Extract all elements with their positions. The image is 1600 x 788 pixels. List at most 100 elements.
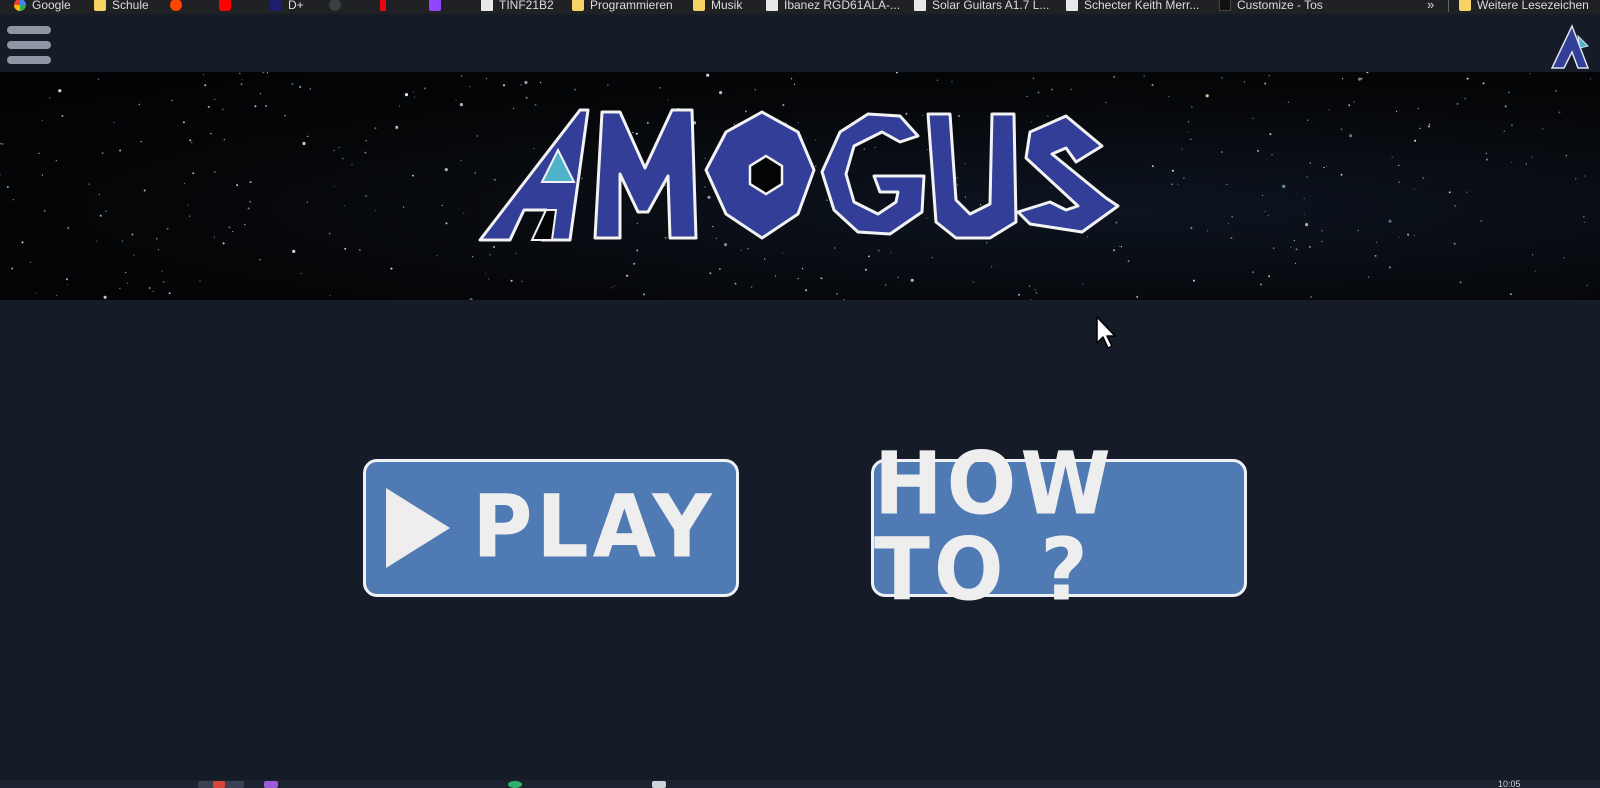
star [1207, 230, 1209, 232]
star [910, 278, 914, 282]
star [113, 122, 115, 124]
bookmark-other-bookmarks[interactable]: Weitere Lesezeichen [1459, 0, 1589, 13]
star [1261, 194, 1264, 196]
bookmarks-overflow-chevron-icon[interactable]: » [1427, 0, 1434, 12]
star [1308, 245, 1311, 248]
star [1295, 248, 1298, 251]
star [489, 254, 491, 256]
star [1583, 216, 1585, 218]
star [1366, 72, 1369, 74]
taskbar-app-icon[interactable] [264, 781, 278, 788]
taskbar-app-icon[interactable] [652, 781, 666, 788]
star [133, 254, 135, 256]
star [706, 73, 710, 77]
star [284, 115, 286, 117]
star [1323, 166, 1325, 169]
taskbar-app-icon[interactable] [508, 781, 522, 788]
star [936, 79, 939, 81]
bookmark-disney-plus[interactable]: D+ [270, 0, 304, 13]
bookmark-customize[interactable]: Customize - Tos [1219, 0, 1323, 13]
star [836, 292, 838, 295]
bookmark-musik[interactable]: Musik [693, 0, 742, 13]
folder-icon [693, 0, 705, 11]
star [1273, 247, 1275, 249]
star [754, 89, 756, 91]
star [191, 142, 193, 144]
star [797, 278, 799, 280]
star [202, 73, 205, 76]
bookmark-ibanez[interactable]: Ibanez RGD61ALA-... [766, 0, 900, 13]
bookmark-schecter[interactable]: Schecter Keith Merr... [1066, 0, 1199, 13]
star [1181, 148, 1183, 150]
how-to-button[interactable]: HOW TO ? [871, 441, 1247, 614]
star [187, 204, 189, 206]
star [1127, 260, 1130, 263]
star [35, 292, 37, 294]
bookmark-programmieren[interactable]: Programmieren [572, 0, 673, 13]
star [65, 278, 68, 281]
star [266, 72, 269, 74]
star [210, 133, 212, 135]
hamburger-menu-icon[interactable] [7, 26, 51, 66]
star [1305, 223, 1309, 227]
star [1268, 275, 1271, 278]
star [97, 78, 100, 80]
star [232, 231, 234, 233]
taskbar-clock: 10:05 [1498, 779, 1521, 788]
site-icon [1066, 0, 1078, 11]
star [1113, 75, 1116, 78]
star [43, 209, 46, 212]
star [1151, 84, 1154, 86]
star [643, 293, 645, 296]
mouse-cursor-icon [1096, 316, 1116, 349]
site-icon [481, 0, 493, 11]
star [1151, 165, 1154, 168]
star [259, 93, 261, 95]
star [239, 72, 241, 74]
star [342, 157, 344, 160]
star [152, 290, 154, 292]
bookmark-tinf21b2[interactable]: TINF21B2 [481, 0, 554, 13]
star [1187, 121, 1190, 123]
play-button[interactable]: PLAY [363, 459, 739, 597]
star [897, 276, 899, 278]
bookmarks-divider [1448, 0, 1449, 12]
bookmark-schule[interactable]: Schule [94, 0, 149, 13]
star [222, 242, 225, 245]
bookmark-github[interactable] [329, 0, 347, 13]
star [441, 204, 443, 207]
star [1290, 246, 1292, 248]
star [461, 75, 463, 77]
star [1035, 292, 1037, 294]
star [140, 141, 142, 143]
bookmark-netflix[interactable] [380, 0, 392, 13]
star [223, 139, 225, 141]
star [1532, 254, 1534, 256]
star [1529, 73, 1531, 75]
taskbar-app-icon[interactable] [213, 781, 225, 788]
bookmark-solar-guitars[interactable]: Solar Guitars A1.7 L... [914, 0, 1049, 13]
star [1190, 138, 1192, 140]
star [463, 212, 465, 214]
bookmark-youtube[interactable] [219, 0, 237, 13]
star [1294, 262, 1297, 264]
star [1325, 165, 1328, 167]
bookmark-google[interactable]: Google [14, 0, 71, 13]
star [182, 121, 185, 124]
star [1482, 82, 1485, 85]
star [236, 184, 239, 187]
star [1388, 219, 1392, 223]
app-logo-icon[interactable] [1548, 22, 1592, 70]
star [1310, 296, 1312, 298]
bookmark-twitch[interactable] [429, 0, 447, 13]
star [1464, 98, 1466, 100]
star [540, 82, 542, 84]
star [1542, 128, 1544, 130]
star [613, 285, 615, 287]
star [1267, 215, 1269, 217]
star [1398, 236, 1400, 238]
star [1264, 82, 1267, 85]
bookmark-reddit[interactable] [170, 0, 188, 13]
star [329, 295, 331, 297]
star [488, 278, 490, 280]
